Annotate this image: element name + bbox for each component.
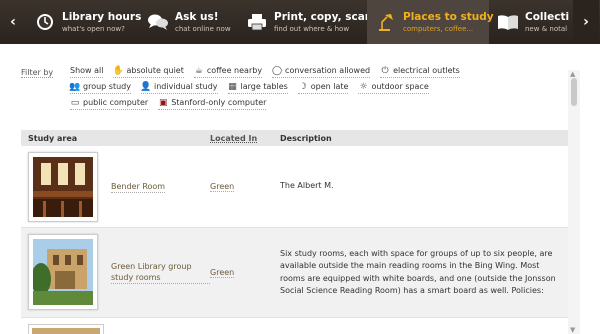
filter-outdoor-space[interactable]: ☼ outdoor space bbox=[358, 80, 429, 94]
filter-group-study[interactable]: 👥 group study bbox=[69, 80, 131, 94]
row-thumbnail-cell bbox=[21, 146, 111, 227]
nav-item-title: Print, copy, scan bbox=[274, 10, 373, 23]
nav-item-print-copy-scan[interactable]: Print, copy, scan find out where & how bbox=[238, 0, 372, 44]
scroll-up-arrow-icon[interactable]: ▲ bbox=[570, 70, 575, 78]
filter-label: conversation allowed bbox=[285, 66, 371, 75]
filter-label: large tables bbox=[240, 82, 288, 91]
top-nav-carousel: ‹ Library hours what's open now? Ask us!… bbox=[0, 0, 600, 44]
filter-large-tables[interactable]: ▦ large tables bbox=[227, 80, 288, 94]
filter-public-computer[interactable]: ▭ public computer bbox=[70, 96, 149, 110]
study-area-link[interactable]: Green Library group study rooms bbox=[111, 261, 210, 284]
filter-show-all[interactable]: Show all bbox=[70, 64, 104, 78]
nav-item-subtitle: new & notal bbox=[525, 24, 568, 33]
filter-label: open late bbox=[310, 82, 349, 91]
book-icon bbox=[497, 11, 519, 33]
outlet-icon: ⏻ bbox=[381, 65, 389, 76]
filter-open-late[interactable]: ☽ open late bbox=[297, 80, 349, 94]
filter-label: individual study bbox=[153, 82, 218, 91]
prev-arrow-button[interactable]: ‹ bbox=[0, 0, 26, 44]
clock-icon bbox=[34, 11, 56, 33]
quiet-icon: ✋ bbox=[112, 65, 125, 76]
sun-icon: ☼ bbox=[359, 81, 368, 92]
nav-item-library-hours[interactable]: Library hours what's open now? bbox=[26, 0, 142, 44]
filter-absolute-quiet[interactable]: ✋ absolute quiet bbox=[112, 64, 184, 78]
row-name-cell: Bender Room bbox=[111, 146, 210, 227]
nav-item-subtitle: what's open now? bbox=[62, 24, 125, 33]
filter-label: electrical outlets bbox=[393, 66, 460, 75]
table-row: Green Library group study rooms Green Si… bbox=[21, 228, 568, 318]
header-study-area: Study area bbox=[28, 133, 78, 143]
description-text: The Albert M. bbox=[280, 181, 334, 191]
next-arrow-button[interactable]: › bbox=[573, 0, 599, 44]
stanford-computer-icon: ▣ bbox=[158, 97, 168, 108]
nav-item-ask-us[interactable]: Ask us! chat online now bbox=[139, 0, 238, 44]
row-thumbnail-cell bbox=[21, 318, 111, 334]
person-icon: 👤 bbox=[140, 81, 152, 92]
filter-label: outdoor space bbox=[371, 82, 429, 91]
scroll-down-arrow-icon[interactable]: ▼ bbox=[570, 326, 575, 334]
scrollbar-thumb[interactable] bbox=[571, 78, 577, 106]
study-area-link[interactable]: Bender Room bbox=[111, 181, 166, 193]
nav-item-title: Places to study bbox=[403, 10, 494, 23]
row-location-cell: Green bbox=[210, 146, 280, 227]
filter-label: coffee nearby bbox=[206, 66, 263, 75]
study-area-photo[interactable] bbox=[28, 234, 98, 310]
nav-item-subtitle: find out where & how bbox=[274, 24, 350, 33]
group-icon: 👥 bbox=[69, 81, 81, 92]
study-area-photo[interactable] bbox=[28, 324, 104, 334]
description-text: Six study rooms, each with space for gro… bbox=[280, 248, 556, 296]
table-row bbox=[21, 318, 568, 334]
moon-icon: ☽ bbox=[298, 81, 307, 92]
table-header: Study area Located In Description bbox=[21, 130, 568, 146]
filter-label: Show all bbox=[70, 66, 104, 75]
header-located-in[interactable]: Located In bbox=[210, 134, 280, 143]
computer-icon: ▭ bbox=[70, 97, 80, 108]
location-link[interactable]: Green bbox=[210, 268, 235, 278]
nav-item-title: Ask us! bbox=[175, 10, 219, 23]
nav-item-title: Library hours bbox=[62, 10, 142, 23]
filter-conversation-allowed[interactable]: ◯ conversation allowed bbox=[272, 64, 371, 78]
desk-lamp-icon bbox=[375, 11, 397, 33]
filter-label: group study bbox=[83, 82, 131, 91]
table-row: Bender Room Green The Albert M. bbox=[21, 146, 568, 228]
nav-item-collections[interactable]: Collecti new & notal bbox=[489, 0, 573, 44]
table-icon: ▦ bbox=[228, 81, 237, 92]
printer-icon bbox=[246, 11, 268, 33]
row-description-cell: Six study rooms, each with space for gro… bbox=[280, 228, 568, 317]
study-places-panel: Filter by Show all ✋ absolute quiet ☕ coff… bbox=[0, 44, 600, 334]
filter-electrical-outlets[interactable]: ⏻ electrical outlets bbox=[380, 64, 460, 78]
study-areas-table: Study area Located In Description Bender… bbox=[21, 130, 568, 334]
row-location-cell: Green bbox=[210, 228, 280, 317]
location-link[interactable]: Green bbox=[210, 182, 235, 192]
nav-item-subtitle: chat online now bbox=[175, 24, 231, 33]
filter-stanford-only-computer[interactable]: ▣ Stanford-only computer bbox=[158, 96, 267, 110]
chat-bubbles-icon bbox=[147, 11, 169, 33]
row-thumbnail-cell bbox=[21, 228, 111, 317]
study-area-photo[interactable] bbox=[28, 152, 98, 222]
nav-item-title: Collecti bbox=[525, 10, 570, 23]
filter-label: public computer bbox=[83, 98, 149, 107]
filter-coffee-nearby[interactable]: ☕ coffee nearby bbox=[193, 64, 263, 78]
nav-item-places-to-study[interactable]: Places to study computers, coffee... bbox=[367, 0, 494, 44]
nav-item-subtitle: computers, coffee... bbox=[403, 24, 474, 33]
row-description-cell: The Albert M. bbox=[280, 146, 568, 227]
filter-label: absolute quiet bbox=[126, 66, 184, 75]
speech-bubble-icon: ◯ bbox=[272, 65, 283, 76]
coffee-cup-icon: ☕ bbox=[194, 65, 203, 76]
filter-label: Stanford-only computer bbox=[171, 98, 267, 107]
row-name-cell: Green Library group study rooms bbox=[111, 228, 210, 317]
vertical-scrollbar[interactable]: ▲ ▼ bbox=[568, 70, 580, 334]
filter-by-label: Filter by bbox=[21, 68, 54, 78]
filter-individual-study[interactable]: 👤 individual study bbox=[140, 80, 218, 94]
filter-list: Show all ✋ absolute quiet ☕ coffee nearby … bbox=[69, 64, 490, 110]
header-description: Description bbox=[280, 133, 332, 143]
